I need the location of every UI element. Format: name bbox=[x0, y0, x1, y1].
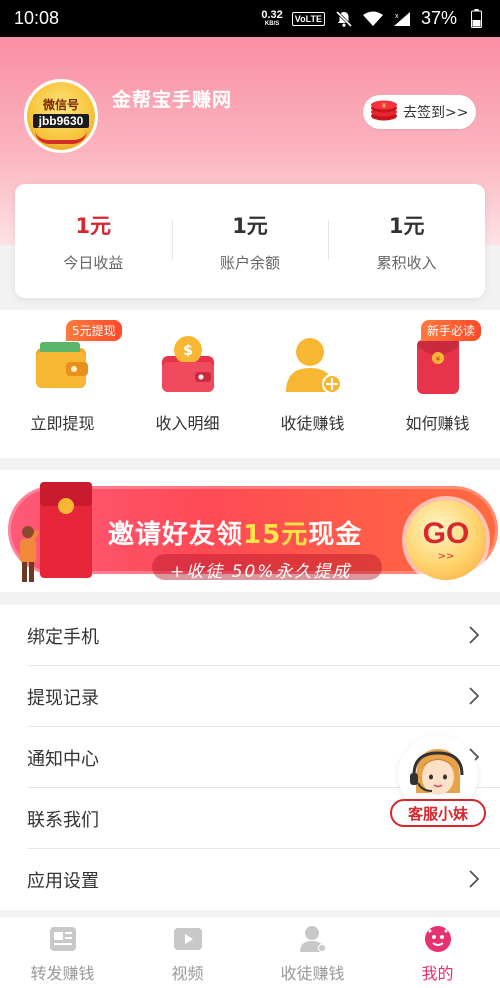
battery-icon bbox=[466, 9, 486, 28]
tab-share-earn[interactable]: 转发赚钱 bbox=[0, 917, 125, 988]
status-bar: 10:08 0.32 KB/S VoLTE x 37% bbox=[0, 0, 500, 37]
red-envelope-icon: ¥ bbox=[405, 332, 471, 398]
customer-service-float[interactable]: 客服小妹 bbox=[390, 735, 486, 831]
quick-income-details[interactable]: $ 收入明细 bbox=[125, 310, 250, 458]
profile-icon bbox=[423, 925, 453, 953]
svg-text:¥: ¥ bbox=[435, 355, 440, 363]
invite-banner[interactable]: 邀请好友领15元现金 +收徒 50%永久提成 GO >> bbox=[0, 470, 500, 592]
menu-label: 应用设置 bbox=[27, 870, 99, 892]
menu-item-app-settings[interactable]: 应用设置 bbox=[27, 849, 500, 910]
wallet-icon bbox=[30, 332, 96, 398]
avatar-wechat-label: 微信号 bbox=[42, 98, 79, 112]
status-time: 10:08 bbox=[14, 8, 60, 28]
newbie-badge: 新手必读 bbox=[421, 320, 482, 341]
bottom-tab-bar: 转发赚钱 视频 收徒赚钱 我的 bbox=[0, 916, 500, 988]
hands-icon bbox=[35, 130, 87, 144]
go-label: GO bbox=[422, 516, 470, 550]
chevron-right-icon bbox=[468, 869, 480, 889]
app-name: 金帮宝手赚网 bbox=[112, 89, 233, 111]
chevron-right-icon bbox=[468, 686, 480, 706]
quick-label: 如何赚钱 bbox=[405, 414, 470, 433]
quick-invite-earn[interactable]: 收徒赚钱 bbox=[250, 310, 375, 458]
withdraw-badge: 5元提现 bbox=[66, 320, 122, 341]
menu-item-bind-phone[interactable]: 绑定手机 bbox=[27, 605, 500, 666]
volte-badge: VoLTE bbox=[291, 11, 325, 26]
tab-invite-earn[interactable]: 收徒赚钱 bbox=[250, 917, 375, 988]
stat-value: 1元 bbox=[388, 213, 425, 238]
stat-balance[interactable]: 1元 账户余额 bbox=[171, 210, 329, 273]
checkin-label: 去签到>> bbox=[403, 105, 469, 121]
quick-label: 收入明细 bbox=[155, 414, 220, 433]
battery-percent: 37% bbox=[420, 8, 457, 28]
svg-text:¥: ¥ bbox=[382, 102, 387, 110]
quick-how-to-earn[interactable]: ¥ 新手必读 如何赚钱 bbox=[375, 310, 500, 458]
menu-label: 绑定手机 bbox=[27, 626, 99, 648]
menu-label: 提现记录 bbox=[27, 687, 99, 709]
wifi-icon bbox=[362, 10, 383, 28]
stat-value: 1元 bbox=[232, 213, 268, 238]
go-button[interactable]: GO >> bbox=[406, 500, 486, 580]
mute-icon bbox=[334, 10, 354, 28]
stat-today-earnings[interactable]: 1元 今日收益 bbox=[15, 210, 172, 273]
stat-label: 账户余额 bbox=[220, 253, 281, 272]
quick-actions: 5元提现 立即提现 $ 收入明细 收徒赚钱 ¥ 新手必读 如何赚钱 bbox=[0, 310, 500, 458]
signal-icon: x bbox=[392, 10, 412, 28]
tab-label: 转发赚钱 bbox=[30, 964, 95, 983]
video-icon bbox=[173, 925, 203, 953]
banner-subtitle: +收徒 50%永久提成 bbox=[170, 562, 352, 582]
user-icon bbox=[298, 925, 328, 953]
tab-label: 我的 bbox=[421, 964, 454, 983]
coin-stack-icon: ¥ bbox=[369, 99, 399, 125]
tab-video[interactable]: 视频 bbox=[125, 917, 250, 988]
tab-label: 收徒赚钱 bbox=[280, 964, 345, 983]
tab-mine[interactable]: 我的 bbox=[375, 917, 500, 988]
avatar[interactable]: 微信号 jbb9630 bbox=[24, 79, 98, 153]
menu-label: 通知中心 bbox=[27, 748, 99, 770]
menu-label: 联系我们 bbox=[27, 809, 99, 831]
article-icon bbox=[48, 925, 78, 953]
svg-text:x: x bbox=[395, 13, 399, 20]
banner-title: 邀请好友领15元现金 bbox=[108, 520, 363, 550]
stat-label: 今日收益 bbox=[63, 253, 124, 272]
menu-item-withdraw-records[interactable]: 提现记录 bbox=[27, 666, 500, 727]
quick-withdraw[interactable]: 5元提现 立即提现 bbox=[0, 310, 125, 458]
stat-label: 累积收入 bbox=[376, 253, 437, 272]
go-arrow: >> bbox=[437, 550, 455, 562]
stat-total-income[interactable]: 1元 累积收入 bbox=[328, 210, 485, 273]
chevron-right-icon bbox=[468, 625, 480, 645]
tab-label: 视频 bbox=[171, 964, 204, 983]
checkin-button[interactable]: ¥ 去签到>> bbox=[363, 95, 476, 129]
network-speed: 0.32 KB/S bbox=[261, 9, 283, 28]
money-bag-icon: $ bbox=[155, 332, 221, 398]
svg-text:$: $ bbox=[183, 343, 193, 359]
stat-value: 1元 bbox=[75, 213, 112, 238]
add-user-icon bbox=[280, 332, 346, 398]
stats-card: 1元 今日收益 1元 账户余额 1元 累积收入 bbox=[15, 184, 485, 298]
person-graphic bbox=[12, 524, 44, 584]
quick-label: 立即提现 bbox=[30, 414, 95, 433]
customer-service-label: 客服小妹 bbox=[390, 799, 486, 827]
quick-label: 收徒赚钱 bbox=[280, 414, 345, 433]
avatar-wechat-id: jbb9630 bbox=[33, 114, 89, 128]
